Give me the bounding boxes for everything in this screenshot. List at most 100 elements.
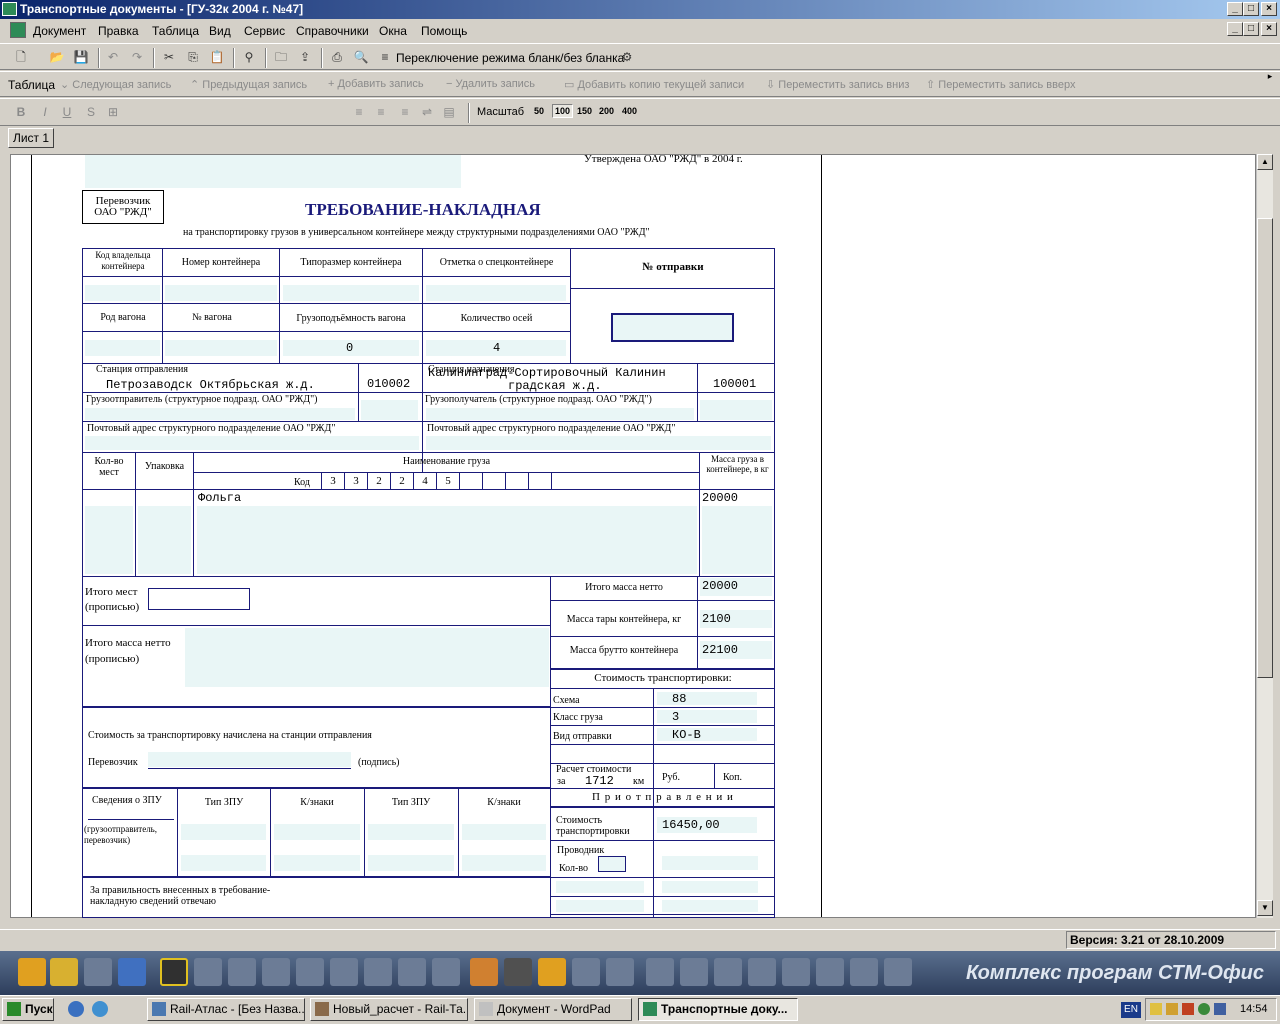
cut-icon[interactable]: ✂ [160, 48, 178, 66]
app-launcher-icon[interactable] [228, 958, 256, 986]
top-field[interactable] [85, 155, 461, 188]
prev-record-button[interactable]: ⌃ Предыдущая запись [190, 78, 307, 91]
toolbar-scroll-icon[interactable]: ▸ [1264, 71, 1276, 85]
sheet-tab[interactable]: Лист 1 [8, 128, 54, 148]
ie-icon[interactable] [68, 1001, 84, 1017]
align-right-icon[interactable]: ≡ [396, 103, 414, 121]
app-launcher-icon[interactable] [714, 958, 742, 986]
taskbar-item-transport-docs[interactable]: Транспортные доку... [638, 998, 798, 1021]
print-icon[interactable]: ⎙ [328, 48, 346, 66]
vertical-scrollbar[interactable]: ▲ ▼ [1256, 154, 1273, 918]
app-launcher-icon[interactable] [364, 958, 392, 986]
app-launcher-icon[interactable] [606, 958, 634, 986]
copy-record-button[interactable]: ▭ Добавить копию текущей записи [564, 78, 744, 91]
network-icon[interactable] [1214, 1003, 1226, 1015]
app-launcher-icon[interactable] [884, 958, 912, 986]
app-launcher-icon[interactable] [118, 958, 146, 986]
move-up-button[interactable]: ⇧ Переместить запись вверх [926, 78, 1075, 91]
print-preview-icon[interactable]: 🔍 [352, 48, 370, 66]
menu-service[interactable]: Сервис [244, 24, 285, 38]
net-words-field[interactable] [185, 628, 549, 687]
app-launcher-icon[interactable] [470, 958, 498, 986]
dispatch-no-field[interactable] [611, 313, 734, 342]
app-launcher-icon[interactable] [504, 958, 532, 986]
open-folder-icon[interactable]: 📂 [48, 48, 66, 66]
volume-icon[interactable] [1182, 1003, 1194, 1015]
app-launcher-icon[interactable] [538, 958, 566, 986]
menu-table[interactable]: Таблица [152, 24, 199, 38]
menu-edit[interactable]: Правка [98, 24, 139, 38]
app-launcher-icon[interactable] [160, 958, 188, 986]
app-launcher-icon[interactable] [850, 958, 878, 986]
document-icon[interactable] [10, 22, 26, 38]
underline-icon[interactable]: U [58, 103, 76, 121]
italic-icon[interactable]: I [36, 103, 54, 121]
app-launcher-icon[interactable] [646, 958, 674, 986]
maximize-button[interactable]: □ [1243, 2, 1259, 16]
app-launcher-icon[interactable] [782, 958, 810, 986]
scale-200[interactable]: 200 [599, 106, 614, 116]
app-launcher-icon[interactable] [296, 958, 324, 986]
scale-400[interactable]: 400 [622, 106, 637, 116]
copy-icon[interactable]: ⎘ [184, 48, 202, 66]
taskbar-item-rail-atlas[interactable]: Rail-Атлас - [Без Назва... [147, 998, 305, 1021]
scroll-up-icon[interactable]: ▲ [1257, 154, 1273, 170]
app-launcher-icon[interactable] [748, 958, 776, 986]
mass-field[interactable] [702, 506, 772, 574]
merge-icon[interactable]: ▤ [440, 103, 458, 121]
grid-icon[interactable]: ⊞ [104, 103, 122, 121]
tray-app-icon[interactable] [1150, 1003, 1162, 1015]
export-icon[interactable]: ⇪ [296, 48, 314, 66]
app-launcher-icon[interactable] [572, 958, 600, 986]
menu-windows[interactable]: Окна [379, 24, 407, 38]
app-launcher-icon[interactable] [816, 958, 844, 986]
move-down-button[interactable]: ⇩ Переместить запись вниз [766, 78, 909, 91]
tray-app-icon[interactable] [1166, 1003, 1178, 1015]
new-file-icon[interactable]: 🗋 [12, 48, 30, 66]
minimize-button[interactable]: _ [1227, 2, 1243, 16]
app-launcher-icon[interactable] [18, 958, 46, 986]
app-launcher-icon[interactable] [680, 958, 708, 986]
mode-toggle-button[interactable]: Переключение режима бланк/без бланка [396, 51, 624, 65]
app-launcher-icon[interactable] [50, 958, 78, 986]
scale-100[interactable]: 100 [552, 104, 574, 118]
app-launcher-icon[interactable] [432, 958, 460, 986]
doc-restore-button[interactable]: □ [1243, 22, 1259, 36]
wrap-icon[interactable]: ⇌ [418, 103, 436, 121]
carrier-signature-field[interactable] [148, 752, 351, 767]
folder-icon[interactable]: 🗀 [272, 48, 290, 66]
app-launcher-icon[interactable] [194, 958, 222, 986]
bold-icon[interactable]: B [12, 103, 30, 121]
settings-icon[interactable]: ⚙ [618, 48, 636, 66]
total-places-field[interactable] [148, 588, 250, 610]
doc-close-button[interactable]: × [1261, 22, 1277, 36]
menu-references[interactable]: Справочники [296, 24, 369, 38]
app-launcher-icon[interactable] [330, 958, 358, 986]
menu-document[interactable]: Документ [33, 24, 86, 38]
redo-icon[interactable]: ↷ [128, 48, 146, 66]
language-indicator[interactable]: EN [1121, 1002, 1141, 1018]
save-icon[interactable]: 💾 [72, 48, 90, 66]
paste-icon[interactable]: 📋 [208, 48, 226, 66]
tray-app-icon[interactable] [1198, 1003, 1210, 1015]
app-launcher-icon[interactable] [84, 958, 112, 986]
scale-50[interactable]: 50 [534, 106, 544, 116]
delete-record-button[interactable]: − Удалить запись [446, 78, 535, 90]
scroll-thumb[interactable] [1257, 218, 1273, 678]
doc-minimize-button[interactable]: _ [1227, 22, 1243, 36]
taskbar-item-rail-tariff[interactable]: Новый_расчет - Rail-Та... [310, 998, 468, 1021]
start-button[interactable]: Пуск [2, 998, 54, 1021]
scale-150[interactable]: 150 [577, 106, 592, 116]
ie-icon[interactable] [92, 1001, 108, 1017]
strike-icon[interactable]: S [82, 103, 100, 121]
app-launcher-icon[interactable] [398, 958, 426, 986]
app-launcher-icon[interactable] [262, 958, 290, 986]
scroll-down-icon[interactable]: ▼ [1257, 900, 1273, 916]
menu-help[interactable]: Помощь [421, 24, 467, 38]
close-button[interactable]: × [1261, 2, 1277, 16]
undo-icon[interactable]: ↶ [104, 48, 122, 66]
find-icon[interactable]: ⚲ [240, 48, 258, 66]
align-left-icon[interactable]: ≡ [350, 103, 368, 121]
taskbar-item-wordpad[interactable]: Документ - WordPad [474, 998, 632, 1021]
escort-count-field[interactable] [598, 856, 626, 872]
